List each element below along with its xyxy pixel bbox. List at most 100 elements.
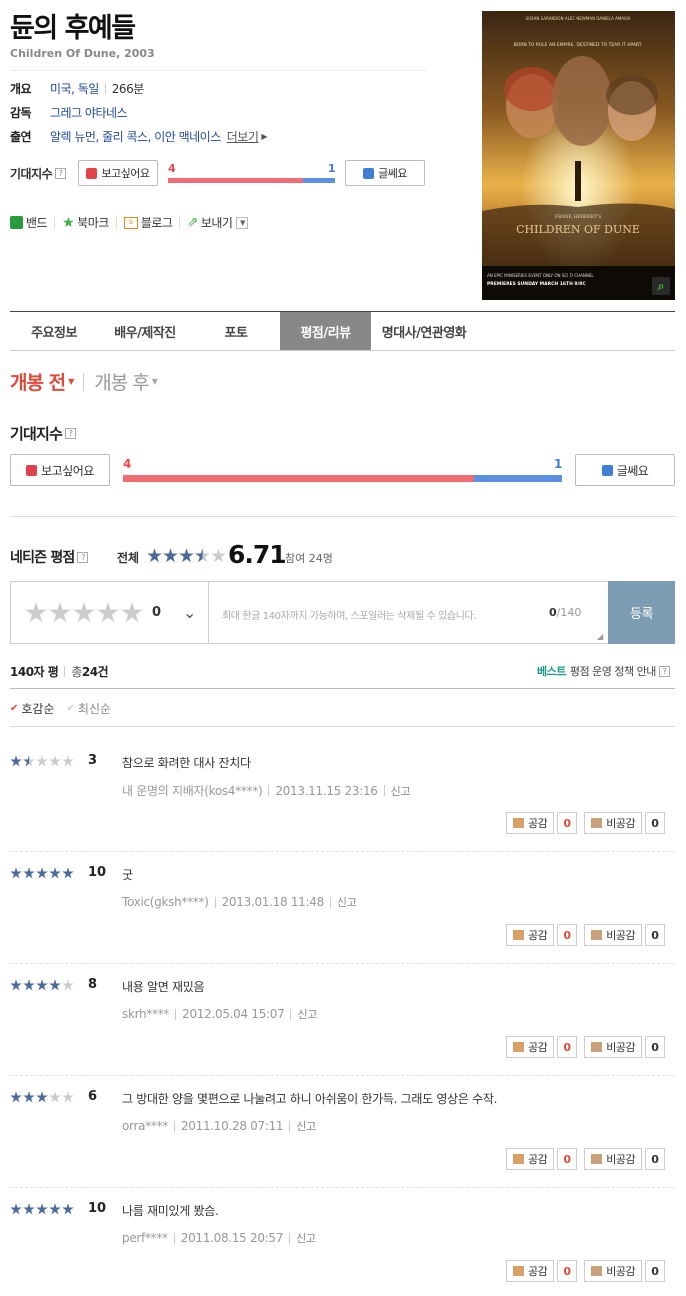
after-release-tab[interactable]: 개봉 후 <box>94 368 149 395</box>
star-icon <box>62 1091 74 1103</box>
thumbs-down-icon <box>591 1154 603 1164</box>
movie-original-title: Children Of Dune, 2003 <box>10 47 155 60</box>
dislike-button[interactable]: 비공감 <box>584 1148 643 1170</box>
input-score: 0 <box>152 605 162 620</box>
help-icon[interactable]: ? <box>55 168 67 179</box>
blog-label: 블로그 <box>140 216 173 230</box>
share-bookmark[interactable]: ★ 북마크 <box>62 214 109 231</box>
check-icon: ✔ <box>10 703 19 714</box>
help-icon[interactable]: ? <box>77 551 89 563</box>
report-link[interactable]: 신고 <box>296 1230 316 1246</box>
review-meta: perf**** 2011.08.15 20:57 신고 <box>122 1230 316 1246</box>
star-icon[interactable] <box>25 601 47 623</box>
star-icon <box>179 548 194 563</box>
want-to-see-button-small[interactable]: 보고싶어요 <box>78 160 158 186</box>
sort-like[interactable]: 호감순 <box>21 700 54 717</box>
sort-recent[interactable]: 최신순 <box>78 700 111 717</box>
poster-actors: SUSAN SARANDON ALEC NEWMAN DANIELA AMAVI… <box>526 16 631 21</box>
tab-main-info[interactable]: 주요정보 <box>10 312 98 350</box>
review-user[interactable]: 내 운명의 지배자(kos4****) <box>122 782 263 799</box>
review-user[interactable]: orra**** <box>122 1119 168 1133</box>
policy-link[interactable]: 베스트 평점 운영 정책 안내 ? <box>537 663 670 679</box>
like-button[interactable]: 공감 <box>506 1148 555 1170</box>
char-max: /140 <box>556 606 582 619</box>
poster-film-title: CHILDREN OF DUNE <box>516 223 640 236</box>
review-user[interactable]: Toxic(gksh****) <box>122 895 209 909</box>
report-link[interactable]: 신고 <box>337 894 357 910</box>
list-type: 140자 평 <box>10 665 59 679</box>
cast-label: 출연 <box>10 130 32 144</box>
star-bookmark-icon: ★ <box>62 214 75 231</box>
separator <box>383 785 385 796</box>
thumbs-down-icon <box>591 1266 603 1276</box>
resize-handle-icon[interactable]: ◢ <box>597 632 603 641</box>
register-button[interactable]: 등록 <box>608 581 675 644</box>
tab-photo[interactable]: 포토 <box>192 312 280 350</box>
separator <box>83 372 85 391</box>
tab-reviews[interactable]: 평점/리뷰 <box>280 312 371 350</box>
report-link[interactable]: 신고 <box>391 783 411 799</box>
review-textarea[interactable]: 최대 한글 140자까지 가능하며, 스포일러는 삭제될 수 있습니다. 0/1… <box>209 582 674 643</box>
movie-poster[interactable]: SUSAN SARANDON ALEC NEWMAN DANIELA AMAVI… <box>482 11 675 300</box>
report-link[interactable]: 신고 <box>296 1118 316 1134</box>
review-user[interactable]: perf**** <box>122 1231 168 1245</box>
thumbs-down-icon <box>591 818 603 828</box>
dislike-button[interactable]: 비공감 <box>584 812 643 834</box>
send-icon: ⇗ <box>187 215 198 230</box>
like-count: 0 <box>557 924 578 946</box>
review-stars <box>10 979 75 991</box>
director-link[interactable]: 그레그 야타네스 <box>50 104 128 121</box>
review-score: 8 <box>88 977 98 992</box>
dislike-button[interactable]: 비공감 <box>584 924 643 946</box>
star-icon <box>49 1203 61 1215</box>
want-count-small: 4 <box>168 162 176 175</box>
cast-link[interactable]: 알렉 뉴먼, 줄리 콕스, 이안 맥네이스 <box>50 128 221 145</box>
report-link[interactable]: 신고 <box>297 1006 317 1022</box>
vote-controls: 공감 0 비공감 0 <box>506 1148 666 1170</box>
review-text: 굿 <box>122 868 133 882</box>
star-icon <box>62 867 74 879</box>
star-icon[interactable] <box>49 601 71 623</box>
poster-brand: FRANK HERBERT'S <box>555 214 601 220</box>
not-sure-button[interactable]: 글쎄요 <box>575 454 675 486</box>
dropdown-icon[interactable]: ▼ <box>236 216 249 229</box>
expect-section-title: 기대지수 ? <box>10 423 77 444</box>
star-icon <box>36 1091 48 1103</box>
star-icon[interactable] <box>97 601 119 623</box>
cast-more-link[interactable]: 더보기 <box>227 128 259 145</box>
review-text: 참으로 화려한 대사 잔치다 <box>122 756 251 770</box>
star-icon <box>23 1203 35 1215</box>
star-icon[interactable] <box>73 601 95 623</box>
share-send[interactable]: ⇗ 보내기 ▼ <box>187 214 249 231</box>
star-icon <box>195 548 210 563</box>
zoom-icon[interactable]: ⌕ <box>652 277 670 295</box>
not-sure-button-small[interactable]: 글쎄요 <box>345 160 425 186</box>
like-button[interactable]: 공감 <box>506 812 555 834</box>
dislike-button[interactable]: 비공감 <box>584 1260 643 1282</box>
separator <box>115 216 117 229</box>
star-rating-picker[interactable]: 0 ⌄ <box>11 582 209 643</box>
like-button[interactable]: 공감 <box>506 924 555 946</box>
like-button[interactable]: 공감 <box>506 1036 555 1058</box>
star-icon <box>10 1091 22 1103</box>
chevron-down-icon[interactable]: ⌄ <box>183 603 196 622</box>
review-date: 2011.08.15 20:57 <box>180 1231 284 1245</box>
help-icon[interactable]: ? <box>65 428 77 439</box>
review-stars <box>10 1091 75 1103</box>
dislike-button[interactable]: 비공감 <box>584 1036 643 1058</box>
divider <box>10 963 675 964</box>
tab-quotes-related[interactable]: 명대사/연관영화 <box>371 312 477 350</box>
share-band[interactable]: 밴드 <box>10 214 48 231</box>
star-icon[interactable] <box>121 601 143 623</box>
thumbs-up-icon <box>513 1154 524 1164</box>
want-to-see-button[interactable]: 보고싶어요 <box>10 454 110 486</box>
tab-cast-crew[interactable]: 배우/제작진 <box>98 312 192 350</box>
country-link[interactable]: 미국, 독일 <box>50 80 99 97</box>
review-placeholder: 최대 한글 140자까지 가능하며, 스포일러는 삭제될 수 있습니다. <box>222 611 477 622</box>
separator <box>64 666 66 677</box>
like-button[interactable]: 공감 <box>506 1260 555 1282</box>
before-release-tab[interactable]: 개봉 전 <box>10 368 66 395</box>
review-user[interactable]: skrh**** <box>122 1007 169 1021</box>
share-blog[interactable]: b 블로그 <box>123 214 173 231</box>
star-icon <box>23 1091 35 1103</box>
